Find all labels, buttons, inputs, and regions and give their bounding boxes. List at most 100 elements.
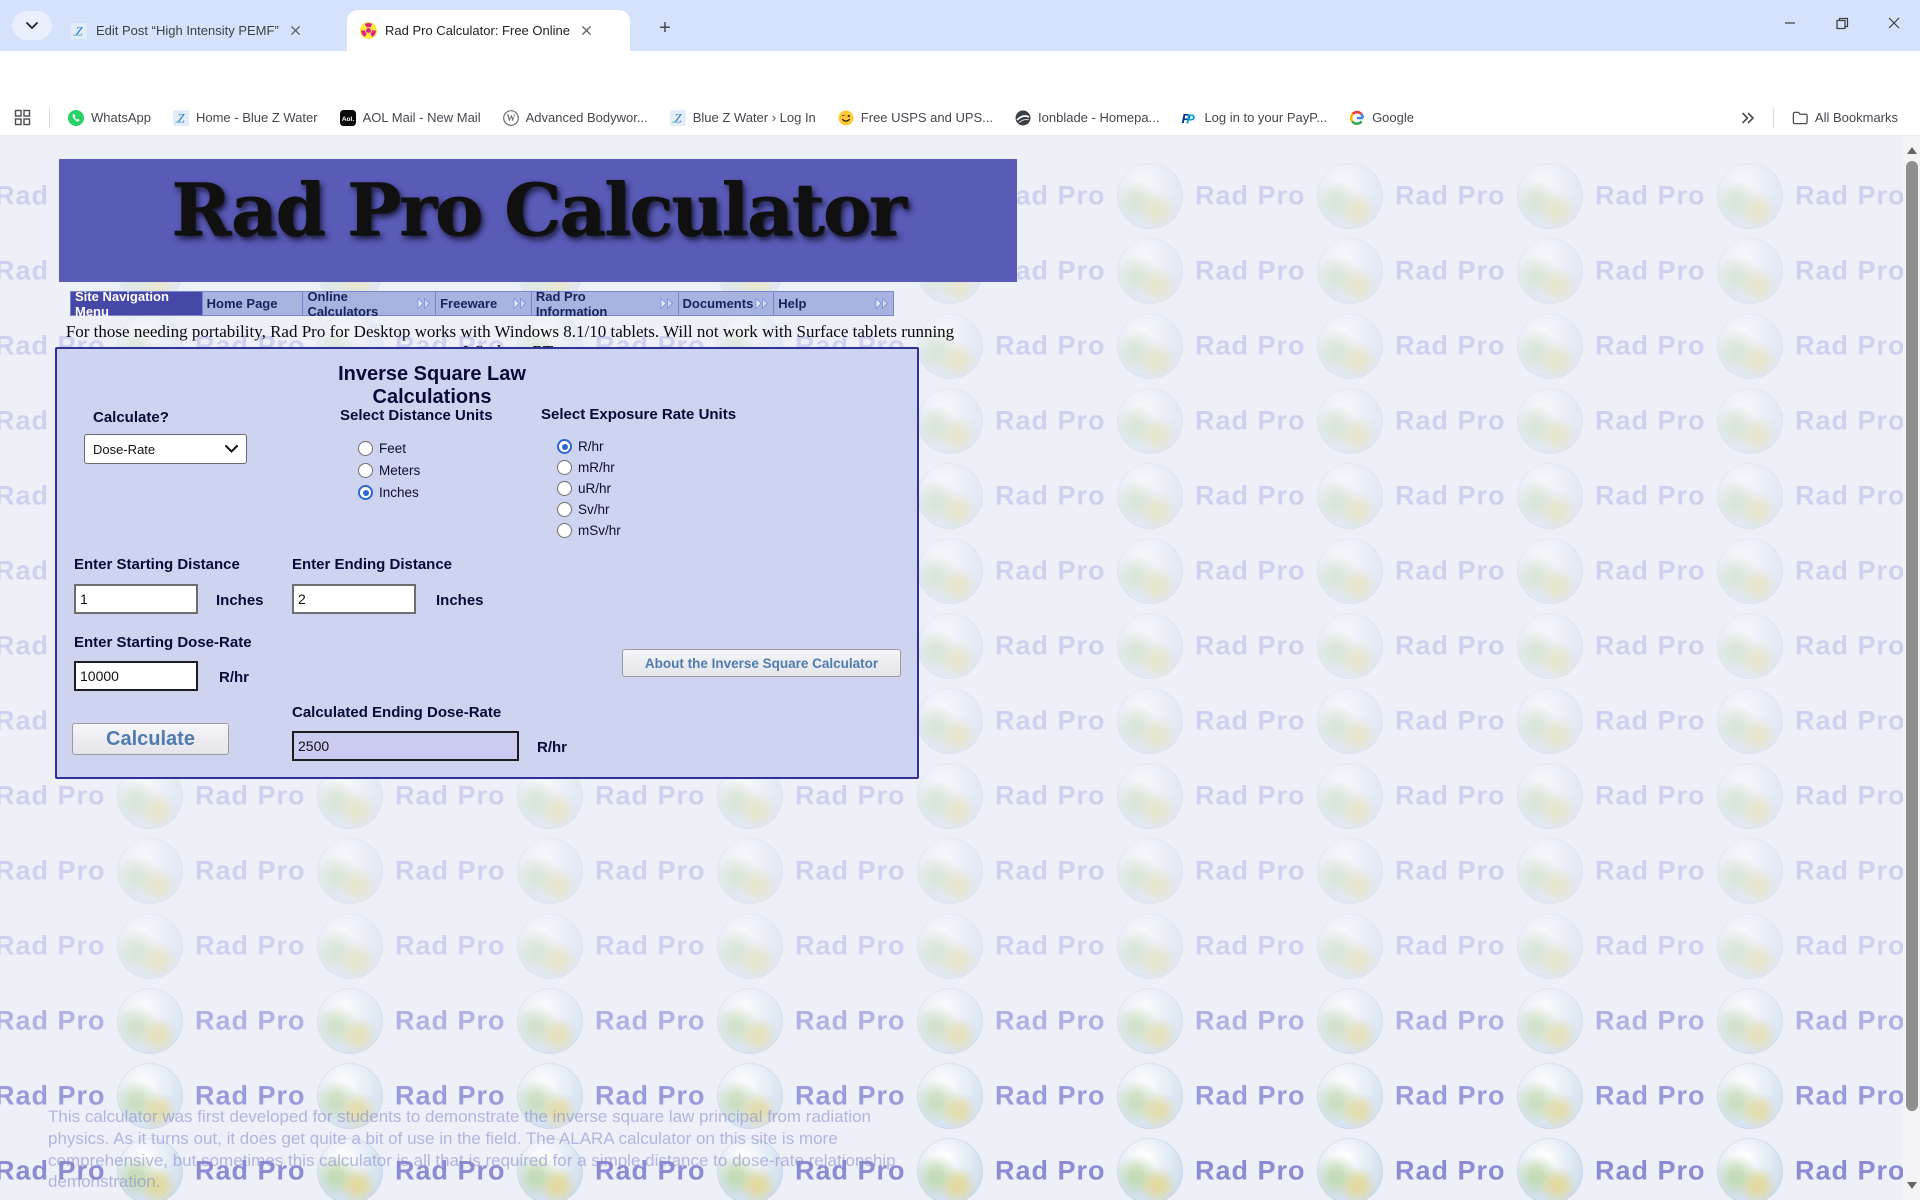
watermark-text: Rad Pro [1595,856,1705,887]
radio-mr-hr[interactable]: mR/hr [557,460,621,475]
watermark-text: Rad Pro [1595,781,1705,812]
watermark-text: Rad Pro [1395,1156,1505,1187]
watermark-text: Rad Pro [1795,706,1905,737]
apps-grid-button[interactable] [14,105,39,130]
all-bookmarks-button[interactable]: All Bookmarks [1784,106,1906,130]
globe-watermark [517,838,583,904]
globe-watermark [1317,163,1383,229]
globe-watermark [1117,913,1183,979]
watermark-text: Rad Pro [1795,1081,1905,1112]
globe-watermark [1317,838,1383,904]
tab-close-button[interactable] [578,22,596,40]
bookmark-label: Home - Blue Z Water [196,110,318,125]
globe-watermark [1717,838,1783,904]
bookmark-label: Ionblade - Homepa... [1038,110,1159,125]
watermark-text: Rad Pro [795,856,905,887]
globe-watermark [1317,388,1383,454]
about-calculator-button[interactable]: About the Inverse Square Calculator [622,649,901,677]
radio-button-icon [358,485,373,500]
radio-button-icon [557,439,572,454]
calculate-select[interactable]: Dose-Rate [84,434,247,464]
calculate-button[interactable]: Calculate [72,723,229,755]
chevron-down-icon [225,445,238,453]
watermark-text: Rad Pro [1395,331,1505,362]
submenu-arrow-icon [513,298,527,309]
browser-tab[interactable]: Rad Pro Calculator: Free Online [347,10,630,51]
nav-item-freeware[interactable]: Freeware [436,292,532,315]
minimize-button[interactable] [1764,0,1816,46]
bookmark-item[interactable]: Aol.AOL Mail - New Mail [332,106,489,130]
globe-watermark [1517,538,1583,604]
watermark-text: Rad Pro [995,1006,1105,1037]
new-tab-button[interactable]: + [652,15,678,41]
globe-watermark [1517,913,1583,979]
starting-dose-rate-input[interactable] [74,661,198,691]
tab-search-button[interactable] [12,11,52,40]
tab-title: Edit Post “High Intensity PEMF” [96,23,279,38]
nav-item-home-page[interactable]: Home Page [203,292,304,315]
chevron-down-icon [26,22,38,30]
radio-inches[interactable]: Inches [358,485,420,500]
bookmark-item[interactable]: Ionblade - Homepa... [1007,106,1167,130]
svg-text:P: P [1187,111,1196,126]
radio-button-icon [557,502,572,517]
watermark-text: Rad Pro [1595,1081,1705,1112]
radio-ur-hr[interactable]: uR/hr [557,481,621,496]
watermark-text: Rad Pro [1795,181,1905,212]
radio-button-icon [557,523,572,538]
bookmarks-divider [1773,108,1774,128]
globe-watermark [517,913,583,979]
watermark-text: Rad Pro [995,856,1105,887]
site-banner: Rad Pro Calculator [59,159,1017,282]
bookmark-label: Log in to your PayP... [1204,110,1327,125]
watermark-text: Rad Pro [995,331,1105,362]
close-window-button[interactable] [1868,0,1920,46]
globe-watermark [1517,238,1583,304]
watermark-text: Rad Pro [1195,1081,1305,1112]
bookmark-item[interactable]: ZBlue Z Water › Log In [662,106,824,130]
radio-msv-hr[interactable]: mSv/hr [557,523,621,538]
bookmark-item[interactable]: PPLog in to your PayP... [1173,106,1335,130]
globe-watermark [1717,238,1783,304]
globe-watermark [1117,538,1183,604]
bookmarks-divider [49,108,50,128]
radio-sv-hr[interactable]: Sv/hr [557,502,621,517]
scrollbar-thumb[interactable] [1906,161,1918,1111]
globe-watermark [1317,238,1383,304]
restore-button[interactable] [1816,0,1868,46]
tab-close-button[interactable] [287,22,305,40]
bookmarks-overflow-button[interactable] [1733,108,1763,128]
ending-dose-rate-result[interactable] [292,731,519,761]
watermark-text: Rad Pro [995,931,1105,962]
scroll-up-button[interactable] [1903,142,1920,159]
scroll-down-button[interactable] [1903,1177,1920,1194]
nav-item-help[interactable]: Help [774,292,893,315]
bookmark-item[interactable]: ZHome - Blue Z Water [165,106,326,130]
nav-item-documents[interactable]: Documents [679,292,775,315]
calculate-select-value: Dose-Rate [93,442,225,457]
radio-feet[interactable]: Feet [358,441,420,456]
starting-distance-input[interactable] [74,584,198,614]
svg-text:W: W [506,113,515,123]
radio-meters[interactable]: Meters [358,463,420,478]
watermark-text: Rad Pro [1795,406,1905,437]
bookmark-item[interactable]: Free USPS and UPS... [830,106,1001,130]
close-icon [1888,17,1900,29]
nav-item-label: Documents [683,296,754,311]
globe-watermark [1317,463,1383,529]
web-page: Rad Pro Rad Pro Rad Pro Rad Pro Rad Pro Rad P… [0,136,1920,1200]
page-scrollbar[interactable] [1903,136,1920,1200]
calculate-label: Calculate? [93,409,169,426]
nav-item-rad-pro-information[interactable]: Rad Pro Information [532,292,679,315]
radio-label: Inches [379,485,419,500]
nav-item-online-calculators[interactable]: Online Calculators [303,292,436,315]
bookmark-item[interactable]: WAdvanced Bodywor... [495,106,656,130]
ending-dose-rate-unit: R/hr [537,739,567,756]
radio-r-hr[interactable]: R/hr [557,439,621,454]
bookmark-item[interactable]: Google [1341,106,1422,130]
watermark-text: Rad Pro [195,856,305,887]
bookmark-item[interactable]: WhatsApp [60,106,159,130]
ending-distance-input[interactable] [292,584,416,614]
browser-tab[interactable]: ZEdit Post “High Intensity PEMF” [58,10,345,51]
globe-watermark [917,763,983,829]
